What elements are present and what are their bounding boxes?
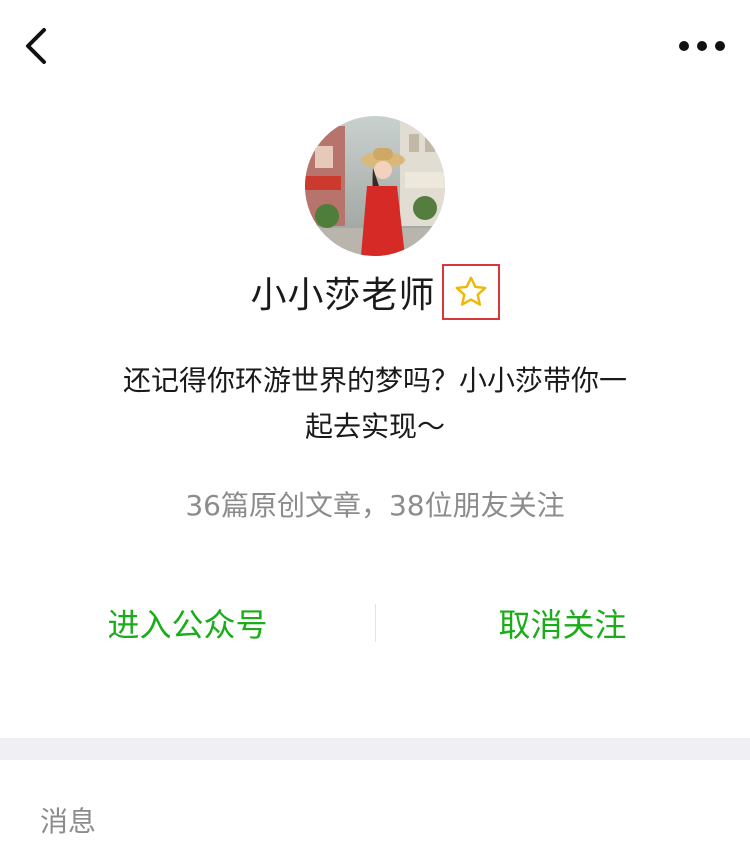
account-description: 还记得你环游世界的梦吗？小小莎带你一 起去实现～	[90, 358, 660, 450]
avatar[interactable]	[305, 116, 445, 256]
star-highlight-box[interactable]	[441, 264, 500, 320]
account-stats: 36篇原创文章，38位朋友关注	[185, 489, 565, 522]
avatar-photo	[305, 116, 445, 256]
star-outline-icon	[455, 276, 486, 306]
unfollow-button[interactable]: 取消关注	[375, 598, 750, 648]
account-name: 小小莎老师	[250, 275, 436, 316]
name-row: 小小莎老师	[0, 264, 750, 320]
description-line-1: 还记得你环游世界的梦吗？小小莎带你一	[122, 364, 627, 397]
action-bar: 进入公众号 取消关注	[0, 598, 750, 648]
description-line-2: 起去实现～	[304, 410, 445, 443]
messages-section-label: 消息	[40, 805, 97, 838]
back-button[interactable]	[14, 24, 58, 68]
chevron-left-icon	[26, 28, 46, 64]
enter-account-button[interactable]: 进入公众号	[0, 598, 375, 648]
section-divider	[0, 738, 750, 760]
more-dots-icon	[679, 41, 725, 51]
more-button[interactable]	[672, 24, 732, 68]
profile-page: 小小莎老师 还记得你环游世界的梦吗？小小莎带你一 起去实现～ 36篇原创文章，3…	[0, 0, 750, 854]
